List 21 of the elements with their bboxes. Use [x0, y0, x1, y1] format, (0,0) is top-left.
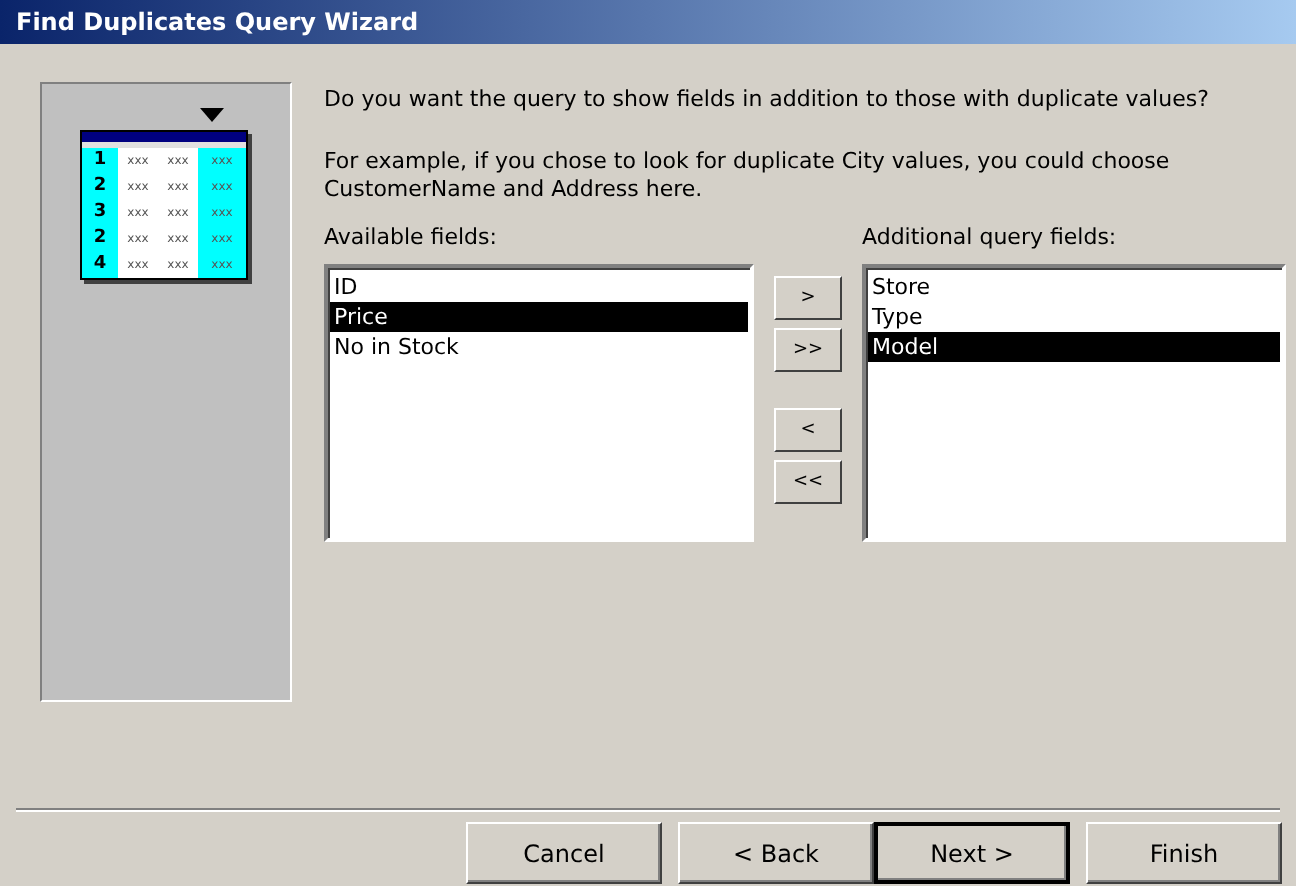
window-title: Find Duplicates Query Wizard — [16, 8, 419, 36]
available-fields-label: Available fields: — [324, 224, 499, 252]
list-item[interactable]: Type — [868, 302, 1280, 332]
move-button[interactable]: << — [774, 460, 842, 504]
wizard-button[interactable]: < Back — [678, 822, 874, 884]
list-item[interactable]: No in Stock — [330, 332, 748, 362]
question-text: Do you want the query to show fields in addition to those with duplicate values? — [324, 86, 1211, 112]
additional-fields-list[interactable]: Store Type Model — [862, 264, 1286, 542]
move-button[interactable]: < — [774, 408, 842, 452]
wizard-button[interactable]: Cancel — [466, 822, 662, 884]
available-fields-list[interactable]: ID Price No in Stock — [324, 264, 754, 542]
move-button[interactable]: >> — [774, 328, 842, 372]
additional-fields-label: Additional query fields: — [862, 224, 1119, 252]
wizard-button[interactable]: Finish — [1086, 822, 1282, 884]
example-text: For example, if you chose to look for duplicate City values, you could choose CustomerName and Address here. — [324, 148, 1172, 204]
wizard-button[interactable]: Next > — [874, 822, 1070, 884]
list-item[interactable]: Store — [868, 272, 1280, 302]
list-item[interactable]: Price — [330, 302, 748, 332]
list-item[interactable]: Model — [868, 332, 1280, 362]
list-item[interactable]: ID — [330, 272, 748, 302]
move-button[interactable]: > — [774, 276, 842, 320]
